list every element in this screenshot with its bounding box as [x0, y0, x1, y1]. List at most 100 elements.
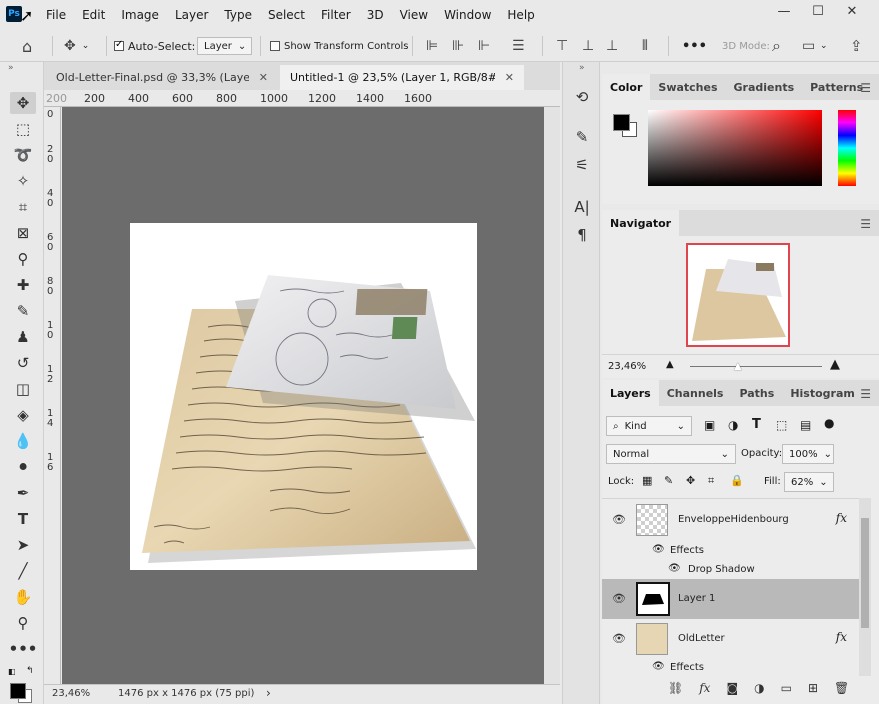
filter-type-icon[interactable]: T: [752, 417, 761, 432]
layer-name[interactable]: EnveloppeHidenbourg: [678, 514, 789, 525]
filter-shape-icon[interactable]: ⬚: [776, 418, 787, 432]
align-bottom-icon[interactable]: ⊥: [606, 30, 618, 62]
workspace-icon[interactable]: ▭: [802, 30, 815, 62]
visibility-eye-icon[interactable]: 👁: [668, 563, 681, 574]
auto-select-target-dropdown[interactable]: Layer ⌄: [197, 30, 252, 62]
tab-channels[interactable]: Channels: [659, 380, 732, 406]
layers-scrollbar[interactable]: [859, 498, 871, 676]
layer-row-enveloppe[interactable]: 👁 EnveloppeHidenbourg fx: [602, 499, 859, 541]
blur-tool-icon[interactable]: 💧: [10, 430, 36, 452]
menu-layer[interactable]: Layer: [167, 0, 216, 30]
history-brush-icon[interactable]: ↺: [10, 352, 36, 374]
zoom-in-icon[interactable]: ▲: [830, 357, 840, 372]
tab-gradients[interactable]: Gradients: [726, 74, 803, 100]
lock-all-icon[interactable]: 🔒: [730, 474, 744, 487]
eraser-icon[interactable]: ◫: [10, 378, 36, 400]
filter-adjustment-icon[interactable]: ◑: [728, 418, 738, 432]
lock-image-icon[interactable]: ✎: [664, 474, 673, 487]
collapse-icon[interactable]: »: [8, 63, 14, 73]
more-options-button[interactable]: •••: [682, 30, 707, 62]
show-transform-check-icon[interactable]: [270, 41, 280, 51]
tab-old-letter[interactable]: Old-Letter-Final.psd @ 33,3% (Layer... ✕: [46, 65, 278, 90]
visibility-eye-icon[interactable]: 👁: [612, 632, 626, 645]
filter-toggle-icon[interactable]: ●: [824, 416, 834, 430]
close-icon[interactable]: ✕: [505, 71, 514, 84]
share-icon[interactable]: ⇪: [850, 30, 863, 62]
visibility-eye-icon[interactable]: 👁: [612, 592, 626, 605]
auto-select-check-icon[interactable]: [114, 39, 124, 51]
navigator-zoom-value[interactable]: 23,46%: [608, 361, 646, 372]
opacity-input[interactable]: 100% ⌄: [782, 444, 834, 464]
character-icon[interactable]: A|: [563, 198, 601, 216]
visibility-eye-icon[interactable]: 👁: [612, 513, 626, 526]
menu-window[interactable]: Window: [436, 0, 499, 30]
foreground-color-swatch[interactable]: [10, 683, 26, 699]
filter-smart-object-icon[interactable]: ▤: [800, 418, 811, 432]
menu-select[interactable]: Select: [260, 0, 313, 30]
panel-menu-icon[interactable]: ☰: [860, 81, 871, 95]
align-right-icon[interactable]: ⊩: [478, 30, 490, 62]
tab-navigator[interactable]: Navigator: [602, 210, 680, 236]
paint-bucket-icon[interactable]: ◈: [10, 404, 36, 426]
lock-artboard-icon[interactable]: ⌗: [708, 474, 714, 488]
filter-kind-dropdown[interactable]: ⌕ Kind ⌄: [606, 416, 692, 436]
distribute-vertical-icon[interactable]: ☰: [512, 30, 525, 62]
default-colors-icon[interactable]: ◧: [8, 667, 16, 676]
menu-type[interactable]: Type: [216, 0, 260, 30]
lock-position-icon[interactable]: ✥: [686, 474, 695, 487]
layer-name[interactable]: OldLetter: [678, 633, 725, 644]
menu-view[interactable]: View: [392, 0, 436, 30]
document-canvas[interactable]: [130, 223, 477, 570]
lasso-tool-icon[interactable]: ➰: [10, 144, 36, 166]
visibility-eye-icon[interactable]: 👁: [652, 544, 665, 555]
more-tools-icon[interactable]: •••: [9, 638, 38, 660]
layer-row-oldletter[interactable]: 👁 OldLetter fx: [602, 619, 859, 659]
swap-colors-icon[interactable]: ↰: [26, 666, 34, 676]
tab-swatches[interactable]: Swatches: [650, 74, 725, 100]
paragraph-icon[interactable]: ¶: [563, 226, 601, 244]
menu-image[interactable]: Image: [113, 0, 167, 30]
history-icon[interactable]: ⟲: [563, 88, 601, 106]
tab-layers[interactable]: Layers: [602, 380, 659, 406]
brush-settings-icon[interactable]: ✎: [563, 128, 601, 146]
layer-name[interactable]: Layer 1: [678, 593, 715, 604]
magic-wand-icon[interactable]: ✧: [10, 170, 36, 192]
adjustment-icon[interactable]: ◑: [754, 681, 764, 695]
filter-pixel-icon[interactable]: ▣: [704, 418, 715, 432]
zoom-tool-icon[interactable]: ⚲: [10, 612, 36, 634]
type-tool-icon[interactable]: T: [10, 508, 36, 530]
crop-tool-icon[interactable]: ⌗: [10, 196, 36, 218]
blend-mode-dropdown[interactable]: Normal ⌄: [606, 444, 736, 464]
vertical-scrollbar[interactable]: [544, 107, 560, 684]
line-tool-icon[interactable]: ╱: [10, 560, 36, 582]
show-transform-checkbox[interactable]: Show Transform Controls: [270, 30, 408, 62]
mask-icon[interactable]: ◙: [726, 681, 738, 695]
fill-input[interactable]: 62% ⌄: [784, 472, 834, 492]
align-left-icon[interactable]: ⊫: [426, 30, 438, 62]
clone-stamp-icon[interactable]: ♟: [10, 326, 36, 348]
auto-select-checkbox[interactable]: Auto-Select:: [114, 30, 196, 62]
close-window-button[interactable]: ✕: [835, 0, 869, 22]
link-icon[interactable]: ⛓: [668, 681, 683, 695]
dodge-tool-icon[interactable]: ⚫: [10, 456, 36, 478]
menu-filter[interactable]: Filter: [313, 0, 359, 30]
distribute-horizontal-icon[interactable]: ⫴: [642, 30, 648, 62]
tab-histogram[interactable]: Histogram: [782, 380, 863, 406]
menu-help[interactable]: Help: [499, 0, 542, 30]
layer-effects-row[interactable]: 👁 Effects: [602, 659, 859, 676]
frame-tool-icon[interactable]: ⊠: [10, 222, 36, 244]
zoom-out-icon[interactable]: ▲: [666, 359, 674, 370]
tab-color[interactable]: Color: [602, 74, 651, 100]
trash-icon[interactable]: 🗑: [834, 681, 849, 695]
group-icon[interactable]: ▭: [781, 681, 792, 695]
navigator-zoom-slider[interactable]: [690, 366, 822, 367]
move-tool-icon[interactable]: ✥: [10, 92, 36, 114]
fx-icon[interactable]: fx: [699, 681, 710, 695]
tab-untitled-1[interactable]: Untitled-1 @ 23,5% (Layer 1, RGB/8#) * ✕: [280, 65, 524, 90]
pen-tool-icon[interactable]: ✒: [10, 482, 36, 504]
menu-file[interactable]: File: [38, 0, 74, 30]
menu-edit[interactable]: Edit: [74, 0, 113, 30]
drop-shadow-row[interactable]: 👁 Drop Shadow: [602, 561, 859, 579]
visibility-eye-icon[interactable]: 👁: [652, 661, 665, 672]
status-arrow-icon[interactable]: ›: [266, 686, 271, 700]
